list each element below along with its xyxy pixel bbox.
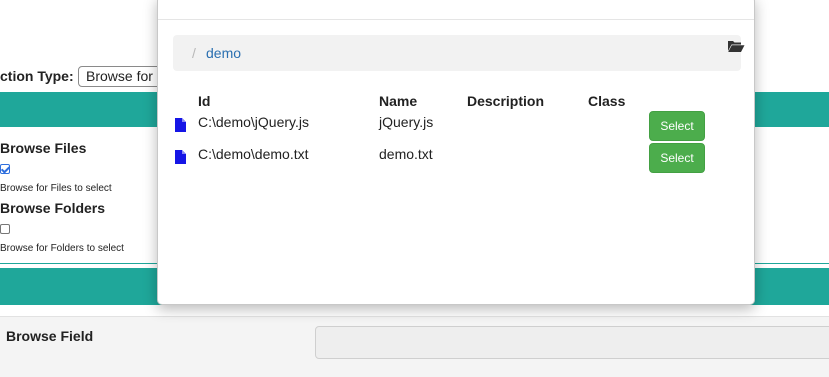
row-name: jQuery.js [379,114,434,130]
browse-folders-checkbox[interactable] [0,224,10,234]
column-header-name: Name [379,93,418,109]
file-icon [175,118,186,132]
breadcrumb: / demo [173,35,741,71]
browse-files-help: Browse for Files to select [0,183,112,194]
browse-field-input[interactable] [315,326,829,359]
file-icon [175,150,186,164]
modal-header-divider [158,19,754,20]
row-name: demo.txt [379,146,433,162]
select-button[interactable]: Select [649,111,705,141]
action-type-select[interactable]: Browse for [78,66,168,87]
browse-folders-heading: Browse Folders [0,200,106,216]
browse-folders-help: Browse for Folders to select [0,243,124,254]
action-type-label: ction Type: [0,68,74,84]
column-header-description: Description [467,93,545,109]
column-header-class: Class [588,93,626,109]
open-folder-icon[interactable] [727,39,745,53]
file-browser-modal: / demo Id Name Description Class C:\demo… [157,0,755,305]
row-id: C:\demo\demo.txt [198,146,309,162]
column-header-id: Id [198,93,211,109]
select-button[interactable]: Select [649,143,705,173]
row-id: C:\demo\jQuery.js [198,114,309,130]
breadcrumb-item-demo[interactable]: demo [206,45,241,61]
browse-files-heading: Browse Files [0,140,87,156]
browse-field-label: Browse Field [6,328,94,344]
breadcrumb-separator: / [192,45,196,61]
browse-files-checkbox[interactable] [0,164,10,174]
